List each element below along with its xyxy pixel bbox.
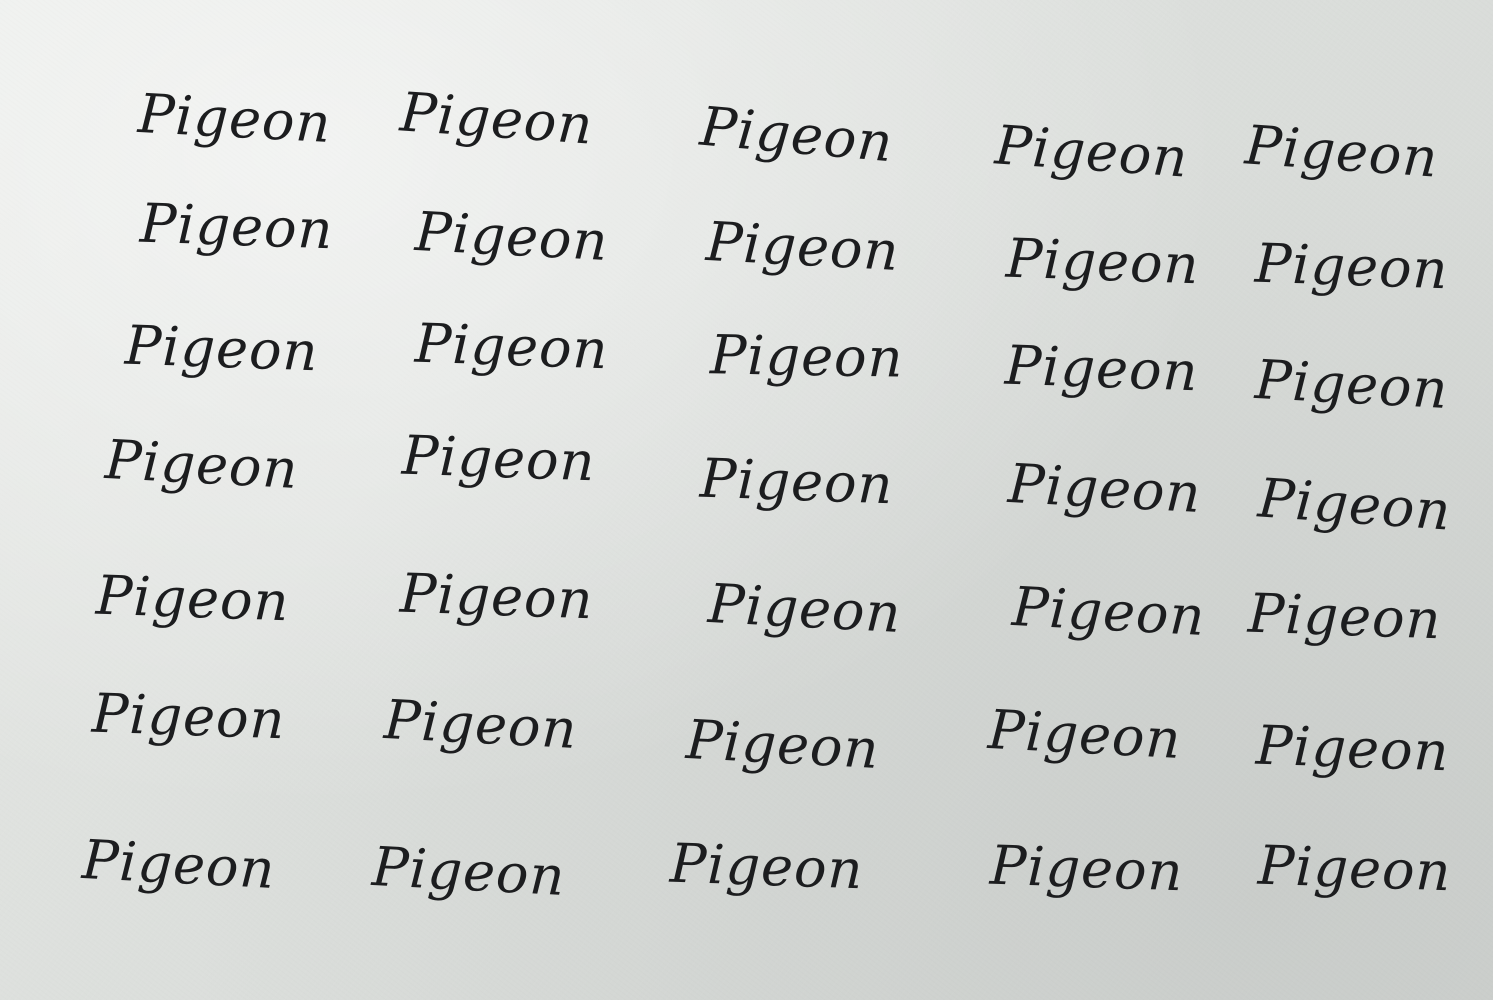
handwritten-word: Pigeon <box>370 834 567 909</box>
handwritten-word: Pigeon <box>103 427 300 502</box>
handwritten-word: Pigeon <box>1256 833 1453 904</box>
handwritten-word: Pigeon <box>398 561 595 632</box>
handwritten-word: Pigeon <box>709 323 904 390</box>
handwritten-word: Pigeon <box>993 113 1191 190</box>
handwritten-word: Pigeon <box>704 209 901 284</box>
handwritten-word: Pigeon <box>988 833 1185 904</box>
handwritten-word: Pigeon <box>1003 333 1200 404</box>
handwritten-word: Pigeon <box>698 446 895 517</box>
handwritten-word: Pigeon <box>1253 347 1450 422</box>
handwritten-word: Pigeon <box>986 697 1183 772</box>
handwritten-word: Pigeon <box>1254 713 1451 784</box>
handwritten-word: Pigeon <box>697 94 896 175</box>
handwritten-word: Pigeon <box>382 687 579 762</box>
handwritten-word: Pigeon <box>1006 451 1203 526</box>
handwritten-word: Pigeon <box>668 831 865 902</box>
handwritten-word: Pigeon <box>136 81 333 156</box>
handwritten-word: Pigeon <box>413 311 610 382</box>
handwritten-word: Pigeon <box>684 707 881 782</box>
handwritten-word: Pigeon <box>413 199 610 274</box>
handwritten-word: Pigeon <box>138 191 335 262</box>
handwritten-word: Pigeon <box>398 80 596 157</box>
handwritten-word: Pigeon <box>80 827 277 902</box>
handwritten-word: Pigeon <box>706 571 903 646</box>
handwritten-word: Pigeon <box>94 563 291 634</box>
handwritten-word: Pigeon <box>1243 113 1441 190</box>
handwritten-word: Pigeon <box>1253 231 1450 302</box>
handwritten-word: Pigeon <box>1256 466 1454 543</box>
handwritten-word: Pigeon <box>123 313 320 384</box>
handwritten-word: Pigeon <box>400 423 597 494</box>
handwritten-word: Pigeon <box>90 681 287 752</box>
handwritten-word: Pigeon <box>1010 574 1207 649</box>
handwritten-word: Pigeon <box>1246 581 1443 652</box>
handwritten-word: Pigeon <box>1004 226 1201 297</box>
